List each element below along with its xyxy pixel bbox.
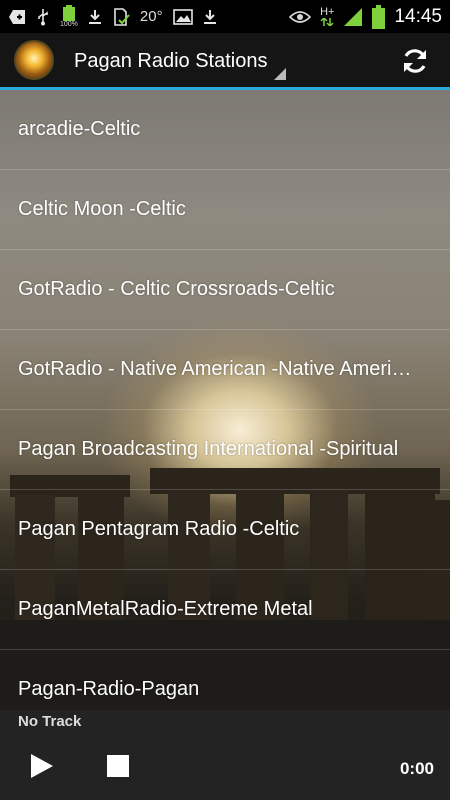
list-item[interactable]: Celtic Moon -Celtic [0, 170, 450, 250]
image-icon [172, 8, 193, 25]
refresh-icon [404, 49, 426, 73]
app-logo-icon[interactable] [14, 40, 54, 80]
list-item[interactable]: PaganMetalRadio-Extreme Metal [0, 570, 450, 650]
action-bar: Pagan Radio Stations [0, 33, 450, 90]
download-icon [203, 9, 217, 25]
hplus-icon: H+ [320, 7, 334, 26]
list-item[interactable]: Pagan Pentagram Radio -Celtic [0, 490, 450, 570]
station-category-spinner[interactable]: Pagan Radio Stations [74, 32, 294, 89]
usb-icon [36, 8, 50, 26]
station-list-area[interactable]: arcadie-Celtic Celtic Moon -Celtic GotRa… [0, 90, 450, 710]
add-icon [8, 9, 26, 25]
status-clock: 14:45 [394, 5, 442, 27]
play-button[interactable] [30, 753, 54, 779]
battery-small-icon: 100% [60, 5, 78, 28]
sd-check-icon [112, 7, 130, 26]
battery-percent-text: 100% [60, 21, 78, 28]
list-item[interactable]: GotRadio - Celtic Crossroads-Celtic [0, 250, 450, 330]
signal-icon [343, 7, 363, 27]
status-bar: 100% 20° H+ 14:45 [0, 0, 450, 33]
now-playing-label: No Track [18, 713, 82, 730]
station-name: Pagan-Radio-Pagan [18, 678, 200, 700]
station-name: Pagan Broadcasting International -Spirit… [18, 438, 399, 460]
station-list[interactable]: arcadie-Celtic Celtic Moon -Celtic GotRa… [0, 90, 450, 710]
station-name: Celtic Moon -Celtic [18, 198, 186, 220]
list-item[interactable]: Pagan Broadcasting International -Spirit… [0, 410, 450, 490]
temperature-text: 20° [139, 8, 163, 25]
station-name: Pagan Pentagram Radio -Celtic [18, 518, 300, 540]
station-name: arcadie-Celtic [18, 118, 141, 140]
download-icon [88, 9, 102, 25]
player-panel: No Track 0:00 [0, 710, 450, 800]
battery-icon [372, 4, 386, 29]
eye-icon [289, 10, 312, 24]
list-item[interactable]: GotRadio - Native American -Native Ameri… [0, 330, 450, 410]
play-icon [31, 754, 53, 778]
refresh-button[interactable] [398, 44, 432, 78]
list-item[interactable]: arcadie-Celtic [0, 90, 450, 170]
list-item[interactable]: Pagan-Radio-Pagan [0, 650, 450, 710]
hplus-text: H+ [320, 6, 335, 18]
dropdown-indicator-icon [274, 67, 286, 80]
playback-time: 0:00 [399, 759, 434, 778]
page-title: Pagan Radio Stations [74, 49, 268, 72]
station-name: GotRadio - Celtic Crossroads-Celtic [18, 278, 335, 300]
stop-button[interactable] [107, 755, 129, 777]
station-name: GotRadio - Native American -Native Ameri… [18, 358, 418, 380]
station-name: PaganMetalRadio-Extreme Metal [18, 598, 313, 620]
